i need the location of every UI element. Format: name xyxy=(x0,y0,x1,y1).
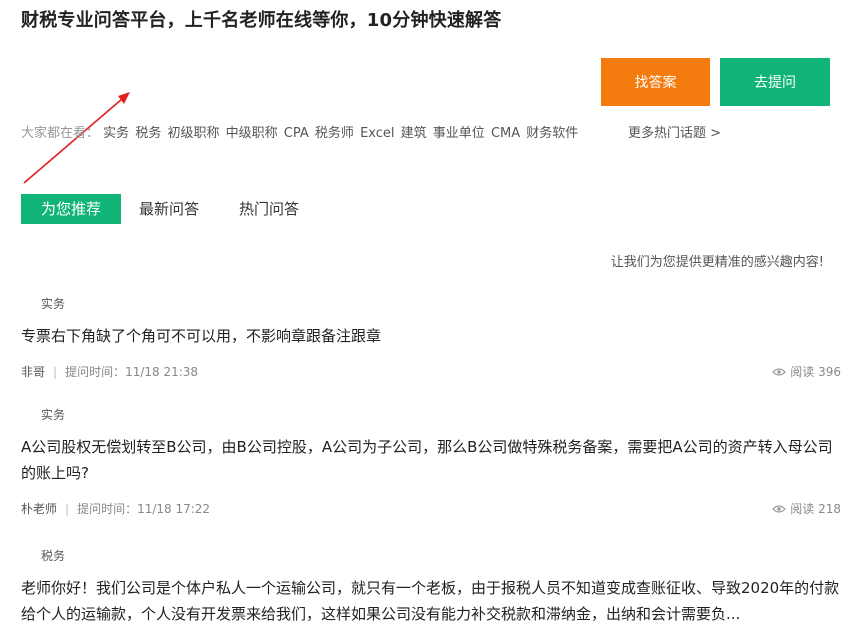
meta-divider: | xyxy=(53,365,58,379)
hot-topic-tag[interactable]: 初级职称 xyxy=(167,126,219,141)
question-meta: 朴老师 | 提问时间：11/18 17:22 阅读 218 xyxy=(21,500,841,518)
question-title[interactable]: 老师你好！我们公司是个体户私人一个运输公司，就只有一个老板，由于报税人员不知道变… xyxy=(21,575,841,627)
hot-topic-tag[interactable]: 中级职称 xyxy=(226,126,278,141)
tab-recommended[interactable]: 为您推荐 xyxy=(21,194,121,224)
hot-topics-prefix: 大家都在看： xyxy=(21,126,100,141)
question-title[interactable]: 专票右下角缺了个角可不可以用，不影响章跟备注跟章 xyxy=(21,323,841,349)
question-category[interactable]: 税务 xyxy=(41,547,841,565)
question-title[interactable]: A公司股权无偿划转至B公司，由B公司控股，A公司为子公司，那么B公司做特殊税务备… xyxy=(21,434,841,486)
more-hot-topics-link[interactable]: 更多热门话题 > xyxy=(628,124,721,144)
eye-icon xyxy=(772,505,787,513)
read-count: 阅读 218 xyxy=(772,500,841,518)
hot-topic-tag[interactable]: 财务软件 xyxy=(526,126,578,141)
eye-icon xyxy=(772,368,787,376)
ask-question-button[interactable]: 去提问 xyxy=(720,58,830,106)
question-category[interactable]: 实务 xyxy=(41,406,841,424)
list-item[interactable]: 税务 老师你好！我们公司是个体户私人一个运输公司，就只有一个老板，由于报税人员不… xyxy=(21,547,841,627)
read-count-text: 阅读 396 xyxy=(790,365,841,379)
question-author[interactable]: 朴老师 xyxy=(21,502,57,516)
question-author[interactable]: 非哥 xyxy=(21,365,45,379)
read-count: 阅读 396 xyxy=(772,363,841,381)
read-count-text: 阅读 218 xyxy=(790,502,841,516)
hot-topic-tag[interactable]: CPA xyxy=(284,126,309,141)
list-item[interactable]: 实务 A公司股权无偿划转至B公司，由B公司控股，A公司为子公司，那么B公司做特殊… xyxy=(21,406,841,518)
hot-topic-tag[interactable]: 事业单位 xyxy=(433,126,485,141)
hot-topic-tag[interactable]: 建筑 xyxy=(401,126,427,141)
hot-topics-row: 大家都在看： 实务 税务 初级职称 中级职称 CPA 税务师 Excel 建筑 … xyxy=(21,124,841,144)
hot-topic-tag[interactable]: Excel xyxy=(360,126,394,141)
page-title: 财税专业问答平台，上千名老师在线等你，10分钟快速解答 xyxy=(21,10,502,31)
hot-topic-tag[interactable]: CMA xyxy=(491,126,520,141)
question-category[interactable]: 实务 xyxy=(41,295,841,313)
tab-latest[interactable]: 最新问答 xyxy=(139,194,199,224)
hot-topic-tag[interactable]: 税务 xyxy=(135,126,161,141)
hot-topic-tag[interactable]: 实务 xyxy=(103,126,129,141)
question-time: 提问时间：11/18 17:22 xyxy=(77,502,211,516)
question-time: 提问时间：11/18 21:38 xyxy=(65,365,199,379)
interest-hint-link[interactable]: 让我们为您提供更精准的感兴趣内容! xyxy=(611,251,824,270)
question-meta: 非哥 | 提问时间：11/18 21:38 阅读 396 xyxy=(21,363,841,381)
hot-topic-tag[interactable]: 税务师 xyxy=(315,126,354,141)
tab-popular[interactable]: 热门问答 xyxy=(239,194,299,224)
find-answer-button[interactable]: 找答案 xyxy=(601,58,710,106)
meta-divider: | xyxy=(65,502,70,516)
list-item[interactable]: 实务 专票右下角缺了个角可不可以用，不影响章跟备注跟章 非哥 | 提问时间：11/1… xyxy=(21,295,841,381)
